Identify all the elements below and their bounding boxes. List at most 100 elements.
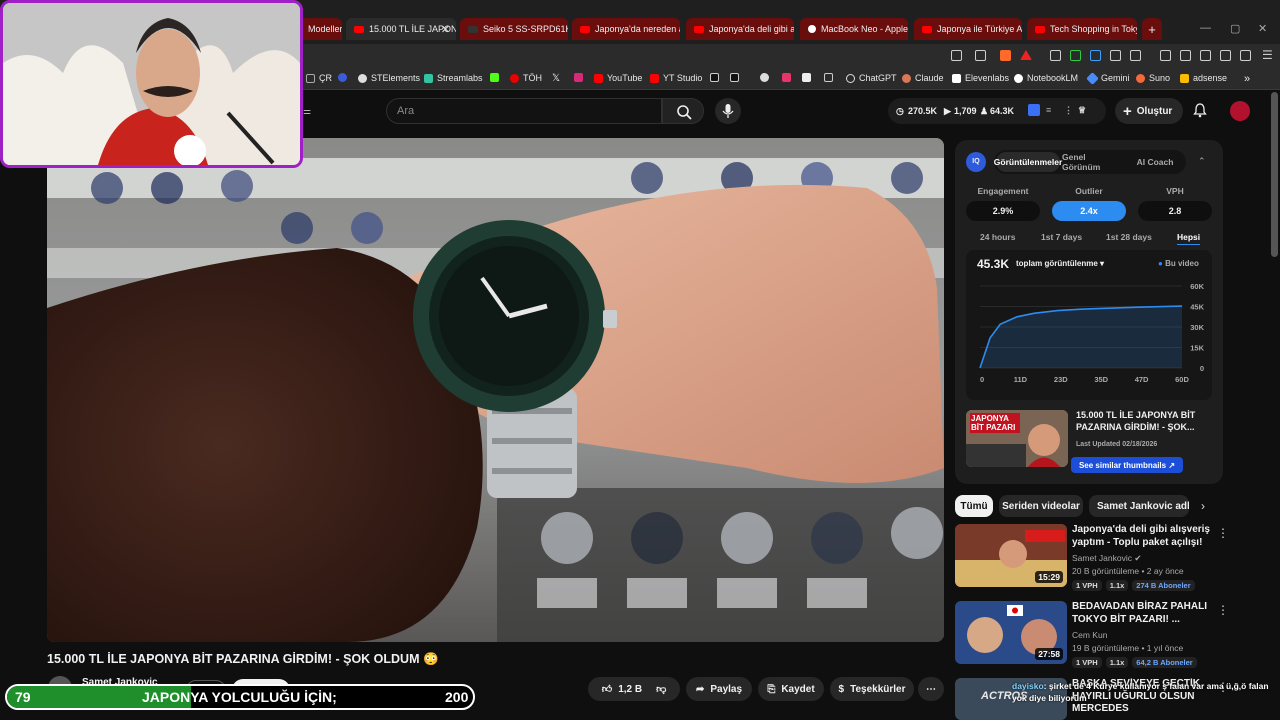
- close-tab-icon[interactable]: ✕: [441, 23, 450, 36]
- thanks-button[interactable]: $ Teşekkürler: [830, 677, 914, 701]
- bookmark-gemini[interactable]: Gemini: [1086, 71, 1130, 85]
- chips-next-icon[interactable]: ›: [1201, 499, 1205, 513]
- music-icon[interactable]: [1160, 50, 1171, 61]
- tab-label: Japonya'da deli gibi al: [709, 24, 794, 34]
- duration-badge: 15:29: [1035, 571, 1063, 583]
- maximize-icon[interactable]: ▢: [1230, 22, 1240, 35]
- bookmark-x[interactable]: 𝕏: [552, 73, 560, 84]
- collapse-chevron-icon[interactable]: ⌃: [1198, 156, 1206, 167]
- tab-macbook[interactable]: MacBook Neo - Apple: [800, 18, 908, 40]
- recommendation-thumbnail[interactable]: 27:58: [955, 601, 1067, 664]
- brave-icon[interactable]: [1000, 50, 1011, 61]
- bookmark-toh[interactable]: TÖH: [510, 73, 542, 83]
- tab-japonya-turkiye[interactable]: Japonya ile Türkiye Ar: [914, 18, 1022, 40]
- bookmark-tiktok-2[interactable]: [730, 73, 743, 82]
- page-scrollbar[interactable]: [1271, 92, 1278, 257]
- bookmark-youtube[interactable]: YouTube: [594, 73, 642, 83]
- save-button[interactable]: ⎘ Kaydet: [758, 677, 824, 701]
- video-player[interactable]: [47, 138, 944, 642]
- channel-stats-pill[interactable]: ◷ 270.5K ▶ 1,709 ♟ 64.3K ≡ ⋮ ♕: [888, 98, 1106, 124]
- share-button[interactable]: ➦ Paylaş: [686, 677, 752, 701]
- recommendation-item[interactable]: 15:29 Japonya'da deli gibi alışveriş yap…: [955, 524, 1235, 594]
- bookmark-cr[interactable]: ÇR: [306, 73, 332, 83]
- trophy-icon[interactable]: ♕: [1078, 105, 1086, 116]
- filter-icon[interactable]: ⚌: [303, 106, 311, 117]
- recommendation-thumbnail[interactable]: 15:29: [955, 524, 1067, 587]
- bookmark-streamlabs[interactable]: Streamlabs: [424, 73, 483, 83]
- bookmark-claude[interactable]: Claude: [902, 73, 944, 83]
- extension-icon[interactable]: [1110, 50, 1121, 61]
- similar-thumbnails-button[interactable]: See similar thumbnails ↗: [1071, 457, 1183, 473]
- bookmark-yt-studio[interactable]: YT Studio: [650, 73, 702, 83]
- wallet-icon[interactable]: [1200, 50, 1211, 61]
- more-options-icon[interactable]: ⋮: [1217, 603, 1229, 617]
- more-options-icon[interactable]: ⋮: [1217, 526, 1229, 540]
- sparkle-icon[interactable]: [1220, 50, 1231, 61]
- tab-overview[interactable]: Genel Görünüm: [1062, 152, 1124, 172]
- more-actions-button[interactable]: ⋯: [918, 677, 944, 701]
- voice-search-button[interactable]: [715, 98, 741, 124]
- create-button[interactable]: + Oluştur: [1115, 98, 1183, 124]
- recommendation-channel: Samet Jankovic ✔: [1072, 553, 1142, 564]
- notifications-bell-icon[interactable]: [1192, 102, 1208, 118]
- range-24h[interactable]: 24 hours: [980, 232, 1015, 242]
- range-28d[interactable]: 1st 28 days: [1106, 232, 1152, 242]
- chip-channel[interactable]: Samet Jankovic adlı y: [1089, 495, 1189, 517]
- bookmark-grid[interactable]: [824, 73, 837, 82]
- chip-series[interactable]: Seriden videolar: [999, 495, 1083, 517]
- menu-icon[interactable]: ☰: [1262, 48, 1273, 62]
- tab-modeller[interactable]: Modeller: [300, 18, 342, 40]
- tab-japonya-nereden[interactable]: Japonya'da nereden al: [572, 18, 680, 40]
- bookmarks-overflow[interactable]: »: [1244, 73, 1250, 85]
- bookmark-box[interactable]: [802, 73, 815, 82]
- tab-current-video[interactable]: 15.000 TL İLE JAPON ✕: [346, 18, 456, 40]
- thumbnail-preview[interactable]: JAPONYA BİT PAZARI: [966, 410, 1068, 467]
- shield-icon[interactable]: [1240, 50, 1251, 61]
- bookmark-notebooklm[interactable]: NotebookLM: [1014, 73, 1078, 83]
- bookmark-kick[interactable]: [490, 73, 503, 82]
- bookmark-r[interactable]: [338, 73, 351, 82]
- bookmark-chatgpt[interactable]: ChatGPT: [846, 73, 897, 83]
- ratio-badge: 1.1x: [1105, 580, 1129, 591]
- new-tab-button[interactable]: +: [1142, 18, 1162, 40]
- tab-seiko[interactable]: Seiko 5 SS-SRPD61K E: [460, 18, 568, 40]
- dislike-button[interactable]: 👎︎: [656, 683, 666, 695]
- bookmark-elevenlabs[interactable]: Elevenlabs: [952, 73, 1009, 83]
- tab-tech-shopping[interactable]: Tech Shopping in Toky: [1027, 18, 1137, 40]
- range-7d[interactable]: 1st 7 days: [1041, 232, 1082, 242]
- sidebar-icon[interactable]: [1180, 50, 1191, 61]
- bookmark-stelements[interactable]: STElements: [358, 73, 420, 83]
- more-icon[interactable]: ⋮: [1064, 105, 1073, 116]
- tab-views[interactable]: Görüntülenmeler: [994, 152, 1062, 172]
- search-input[interactable]: Ara: [386, 98, 662, 124]
- search-button[interactable]: [662, 98, 704, 124]
- puzzle-icon[interactable]: [1130, 50, 1141, 61]
- triangle-extension-icon[interactable]: [1020, 50, 1032, 60]
- like-button[interactable]: 👍︎ 1,2 B: [602, 683, 642, 696]
- share-icon[interactable]: [975, 50, 986, 61]
- translate-icon[interactable]: [1090, 50, 1101, 61]
- bookmark-label: ChatGPT: [859, 73, 897, 83]
- bookmark-instagram[interactable]: [574, 73, 587, 82]
- chip-all[interactable]: Tümü: [955, 495, 993, 517]
- range-all[interactable]: Hepsi: [1177, 232, 1201, 245]
- tab-japonya-deli[interactable]: Japonya'da deli gibi al: [686, 18, 794, 40]
- bookmark-suno[interactable]: Suno: [1136, 73, 1170, 83]
- bookmark-tiktok[interactable]: [710, 73, 723, 82]
- open-in-new-icon[interactable]: [951, 50, 962, 61]
- subscriber-badge: 274 B Aboneler: [1132, 580, 1195, 591]
- circle-icon: [760, 73, 769, 82]
- bookmark-adsense[interactable]: adsense: [1180, 73, 1227, 83]
- avatar[interactable]: [1230, 101, 1250, 121]
- minimize-icon[interactable]: —: [1200, 22, 1211, 34]
- bookmark-circle[interactable]: [760, 73, 773, 82]
- list-icon[interactable]: ≡: [1046, 105, 1051, 115]
- vidiq-icon[interactable]: [1028, 104, 1040, 116]
- tab-ai-coach[interactable]: AI Coach: [1126, 152, 1184, 172]
- extension-icon[interactable]: [1050, 50, 1061, 61]
- bookmark-pink[interactable]: [782, 73, 795, 82]
- close-window-icon[interactable]: ✕: [1258, 22, 1267, 35]
- recommendation-item[interactable]: 27:58 BEDAVADAN BİRAZ PAHALI TOKYO BİT P…: [955, 601, 1235, 671]
- extension-icon[interactable]: [1070, 50, 1081, 61]
- total-views-dropdown[interactable]: toplam görüntülenme ▾: [1016, 259, 1104, 268]
